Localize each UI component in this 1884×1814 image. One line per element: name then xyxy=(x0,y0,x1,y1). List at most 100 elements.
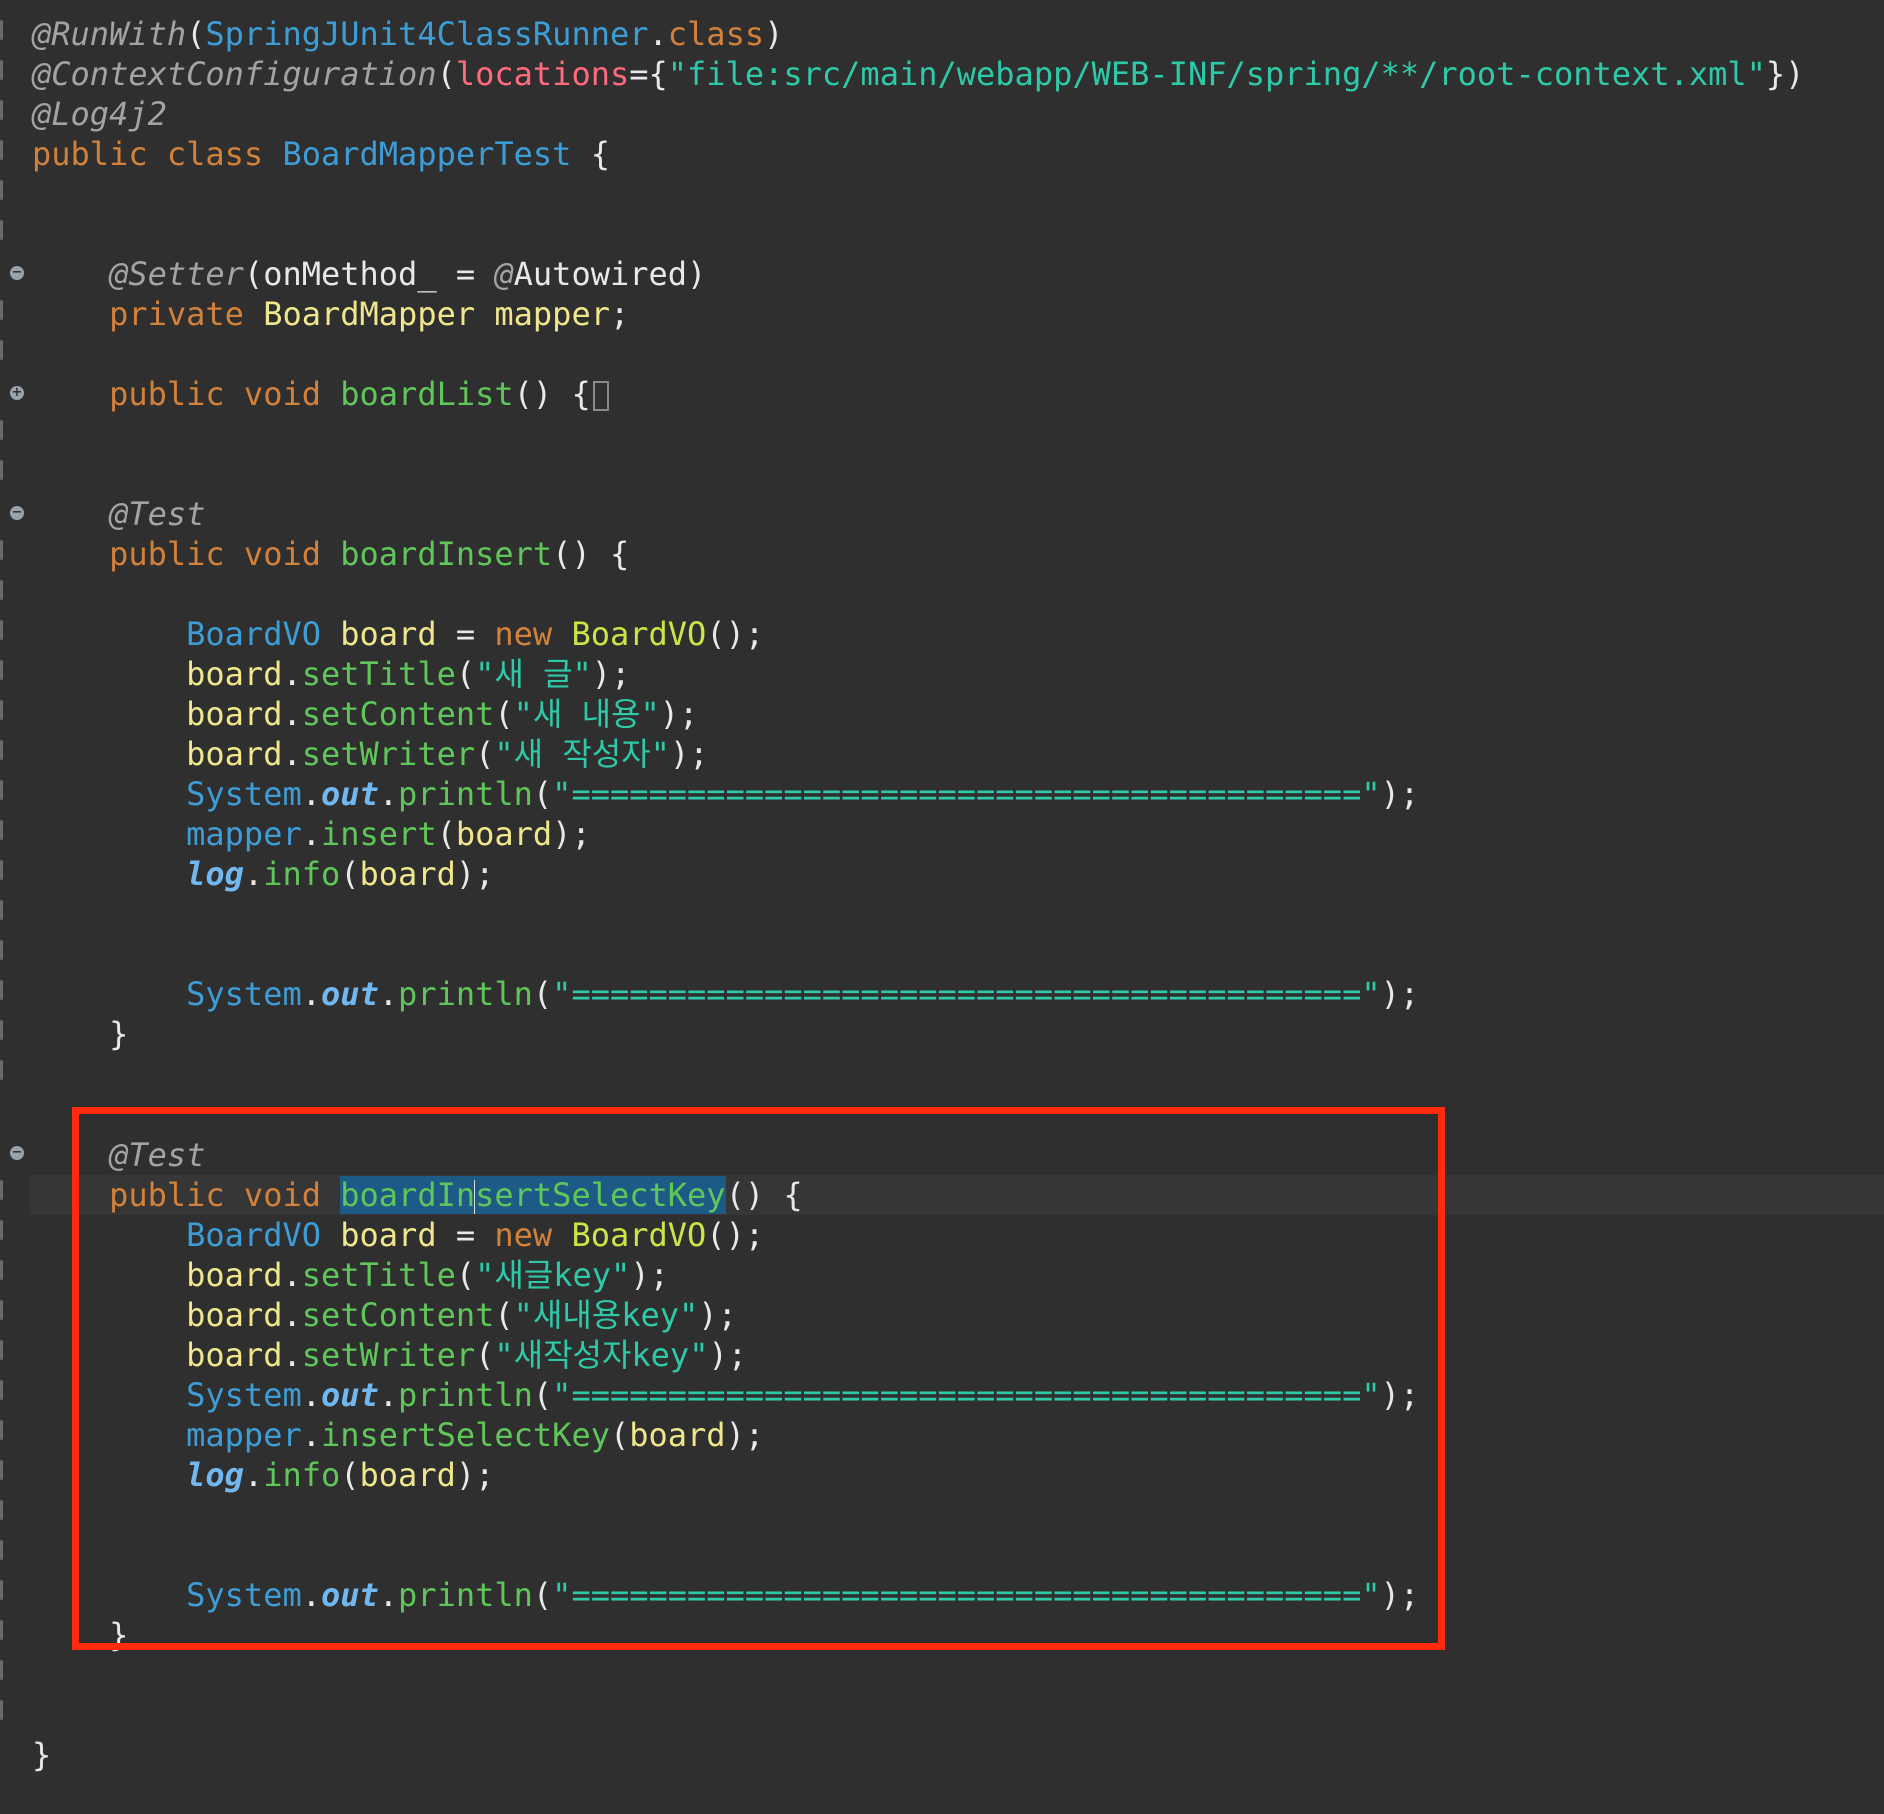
method-call-token: println xyxy=(398,775,533,813)
string-token: "새 작성자" xyxy=(494,735,670,773)
fold-collapse-icon[interactable]: − xyxy=(10,1146,24,1160)
annotation-token: @ xyxy=(494,255,514,293)
attribute-token: locations xyxy=(455,55,630,93)
code-line[interactable]: } xyxy=(32,1615,128,1655)
fold-expand-icon[interactable]: + xyxy=(10,386,24,400)
selected-method-name[interactable]: boardIn xyxy=(340,1176,476,1214)
fold-collapse-icon[interactable]: − xyxy=(10,266,24,280)
type-token: System xyxy=(186,1576,302,1614)
field-token: log xyxy=(186,855,244,893)
keyword-token: new xyxy=(494,1216,553,1254)
method-call-token: println xyxy=(398,1576,533,1614)
variable-token: board xyxy=(629,1416,726,1454)
code-line-current[interactable]: public void boardInsertSelectKey() { xyxy=(32,1175,803,1215)
method-call-token: insertSelectKey xyxy=(320,1416,610,1454)
code-line[interactable]: board.setTitle("새 글"); xyxy=(32,654,630,694)
variable-token: mapper xyxy=(186,815,302,853)
string-token: "새글key" xyxy=(475,1256,631,1294)
code-line[interactable]: @Setter(onMethod_ = @Autowired) xyxy=(32,254,706,294)
variable-token: board xyxy=(359,855,456,893)
code-line[interactable]: BoardVO board = new BoardVO(); xyxy=(32,1215,764,1255)
keyword-token: new xyxy=(494,615,553,653)
code-line[interactable]: private BoardMapper mapper; xyxy=(32,294,629,334)
keyword-token: class xyxy=(667,15,765,53)
code-line[interactable]: board.setTitle("새글key"); xyxy=(32,1255,669,1295)
gutter-marker xyxy=(0,1300,3,1320)
code-line[interactable]: board.setContent("새내용key"); xyxy=(32,1295,737,1335)
code-line[interactable]: board.setWriter("새 작성자"); xyxy=(32,734,708,774)
code-editor[interactable]: − + − − @RunWith(SpringJUnit4ClassRunner… xyxy=(0,0,1884,1814)
gutter-marker xyxy=(0,740,3,760)
code-line[interactable]: public class BoardMapperTest { xyxy=(32,134,610,174)
collapsed-code-icon[interactable] xyxy=(592,381,609,411)
variable-token: board xyxy=(340,615,437,653)
code-line[interactable]: System.out.println("====================… xyxy=(32,1575,1419,1615)
variable-token: board xyxy=(186,1296,283,1334)
gutter-marker xyxy=(0,1020,3,1040)
class-name-token: BoardMapperTest xyxy=(282,135,572,173)
string-token: "=======================================… xyxy=(552,975,1381,1013)
code-line[interactable]: mapper.insert(board); xyxy=(32,814,591,854)
gutter-marker xyxy=(0,340,3,360)
gutter-marker xyxy=(0,100,3,120)
code-line[interactable]: @Test xyxy=(32,494,205,534)
code-line[interactable]: board.setContent("새 내용"); xyxy=(32,694,698,734)
code-line[interactable]: public void boardInsert() { xyxy=(32,534,629,574)
gutter-marker xyxy=(0,420,3,440)
gutter-marker xyxy=(0,660,3,680)
keyword-token: private xyxy=(109,295,244,333)
string-token: "새작성자key" xyxy=(494,1336,709,1374)
gutter-marker xyxy=(0,1220,3,1240)
code-line[interactable]: System.out.println("====================… xyxy=(32,974,1419,1014)
string-token: "file:src/main/webapp/WEB-INF/spring/**/… xyxy=(667,55,1766,93)
code-line[interactable]: log.info(board); xyxy=(32,854,494,894)
code-line[interactable]: System.out.println("====================… xyxy=(32,1375,1419,1415)
code-line[interactable]: @ContextConfiguration(locations={"file:s… xyxy=(32,54,1804,94)
code-line[interactable]: @RunWith(SpringJUnit4ClassRunner.class) xyxy=(32,14,783,54)
gutter-marker xyxy=(0,1460,3,1480)
constructor-token: BoardVO xyxy=(571,1216,707,1254)
keyword-token: class xyxy=(166,135,264,173)
code-line[interactable]: BoardVO board = new BoardVO(); xyxy=(32,614,764,654)
method-call-token: info xyxy=(263,855,341,893)
type-token: BoardVO xyxy=(186,615,321,653)
field-token: out xyxy=(320,975,379,1013)
gutter-marker xyxy=(0,1660,3,1680)
gutter-marker xyxy=(0,180,3,200)
code-line[interactable]: log.info(board); xyxy=(32,1455,494,1495)
string-token: "새 내용" xyxy=(513,695,660,733)
gutter-marker xyxy=(0,1420,3,1440)
gutter-marker xyxy=(0,1500,3,1520)
variable-token: board xyxy=(359,1456,456,1494)
annotation-token: @RunWith xyxy=(32,15,187,53)
identifier-token: onMethod_ xyxy=(263,255,437,293)
gutter-marker xyxy=(0,300,3,320)
gutter-marker xyxy=(0,700,3,720)
gutter-marker xyxy=(0,1380,3,1400)
code-line[interactable]: @Test xyxy=(32,1135,205,1175)
code-line[interactable]: System.out.println("====================… xyxy=(32,774,1419,814)
identifier-token: Autowired xyxy=(513,255,688,293)
selected-method-name[interactable]: sertSelectKey xyxy=(475,1176,726,1214)
constructor-token: BoardVO xyxy=(571,615,707,653)
variable-token: mapper xyxy=(186,1416,302,1454)
code-line[interactable]: mapper.insertSelectKey(board); xyxy=(32,1415,764,1455)
string-token: "=======================================… xyxy=(552,1376,1381,1414)
type-token: BoardVO xyxy=(186,1216,321,1254)
gutter-marker xyxy=(0,860,3,880)
field-token: out xyxy=(320,1376,379,1414)
keyword-token: public xyxy=(109,375,225,413)
type-token: SpringJUnit4ClassRunner xyxy=(205,15,649,53)
variable-token: board xyxy=(186,1336,283,1374)
method-call-token: println xyxy=(398,1376,533,1414)
fold-collapse-icon[interactable]: − xyxy=(10,506,24,520)
gutter-marker xyxy=(0,780,3,800)
gutter-marker xyxy=(0,620,3,640)
code-line[interactable]: } xyxy=(32,1014,128,1054)
code-line[interactable]: } xyxy=(32,1735,51,1775)
code-line[interactable]: @Log4j2 xyxy=(32,94,167,134)
code-line[interactable]: public void boardList() { xyxy=(32,374,609,414)
variable-token: board xyxy=(455,815,553,853)
annotation-token: @Test xyxy=(109,495,206,533)
code-line[interactable]: board.setWriter("새작성자key"); xyxy=(32,1335,747,1375)
